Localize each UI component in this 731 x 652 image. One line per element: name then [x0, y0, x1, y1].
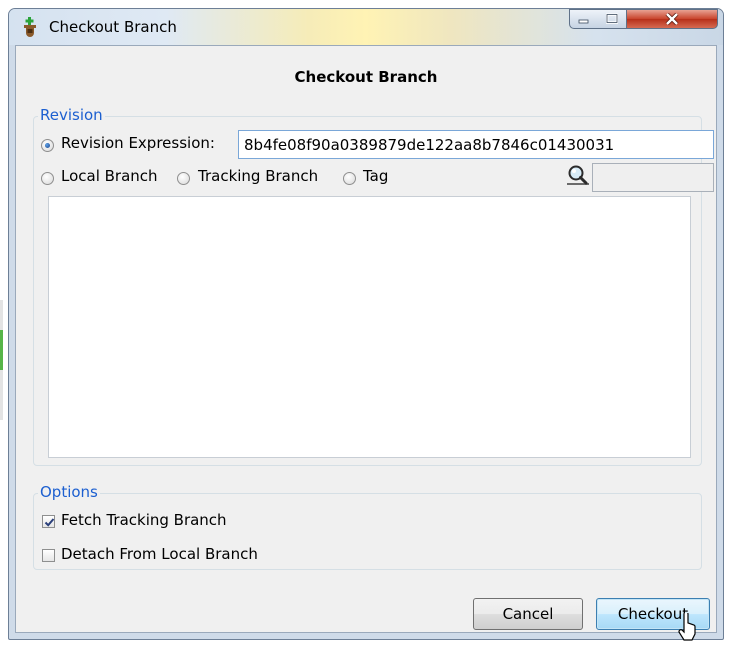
detach-from-local-branch-checkbox[interactable] — [42, 549, 55, 562]
branch-list[interactable] — [48, 196, 691, 458]
title-bar[interactable]: Checkout Branch — [9, 9, 723, 45]
revision-expression-input[interactable] — [238, 130, 714, 159]
maximize-icon — [606, 13, 618, 24]
local-branch-radio[interactable] — [41, 172, 54, 185]
tracking-branch-label: Tracking Branch — [198, 167, 319, 185]
cancel-button[interactable]: Cancel — [473, 598, 583, 630]
dialog-heading: Checkout Branch — [294, 68, 438, 86]
options-legend: Options — [38, 483, 100, 501]
git-checkout-icon — [24, 17, 36, 37]
search-icon[interactable] — [566, 164, 590, 186]
checkout-branch-window: Checkout Branch Checkout Branch Revision… — [8, 8, 724, 640]
revision-legend: Revision — [38, 106, 105, 124]
branch-filter-input[interactable] — [592, 163, 714, 192]
minimize-button[interactable] — [569, 9, 599, 29]
window-title: Checkout Branch — [49, 18, 177, 36]
close-icon — [665, 13, 679, 25]
mouse-cursor-icon — [678, 613, 696, 641]
revision-expression-label: Revision Expression: — [61, 134, 215, 152]
tag-label: Tag — [363, 167, 389, 185]
detach-from-local-branch-label: Detach From Local Branch — [61, 545, 258, 563]
left-edge-highlight — [0, 330, 3, 370]
fetch-tracking-branch-label: Fetch Tracking Branch — [61, 511, 227, 529]
minimize-icon — [578, 19, 589, 24]
maximize-button[interactable] — [598, 9, 627, 29]
tag-radio[interactable] — [343, 172, 356, 185]
close-button[interactable] — [627, 9, 718, 29]
fetch-tracking-branch-checkbox[interactable] — [42, 515, 55, 528]
tracking-branch-radio[interactable] — [177, 172, 190, 185]
checkmark-icon — [44, 518, 55, 527]
revision-expression-radio[interactable] — [41, 139, 54, 152]
local-branch-label: Local Branch — [61, 167, 158, 185]
dialog-client-area: Checkout Branch Revision Revision Expres… — [15, 45, 717, 633]
